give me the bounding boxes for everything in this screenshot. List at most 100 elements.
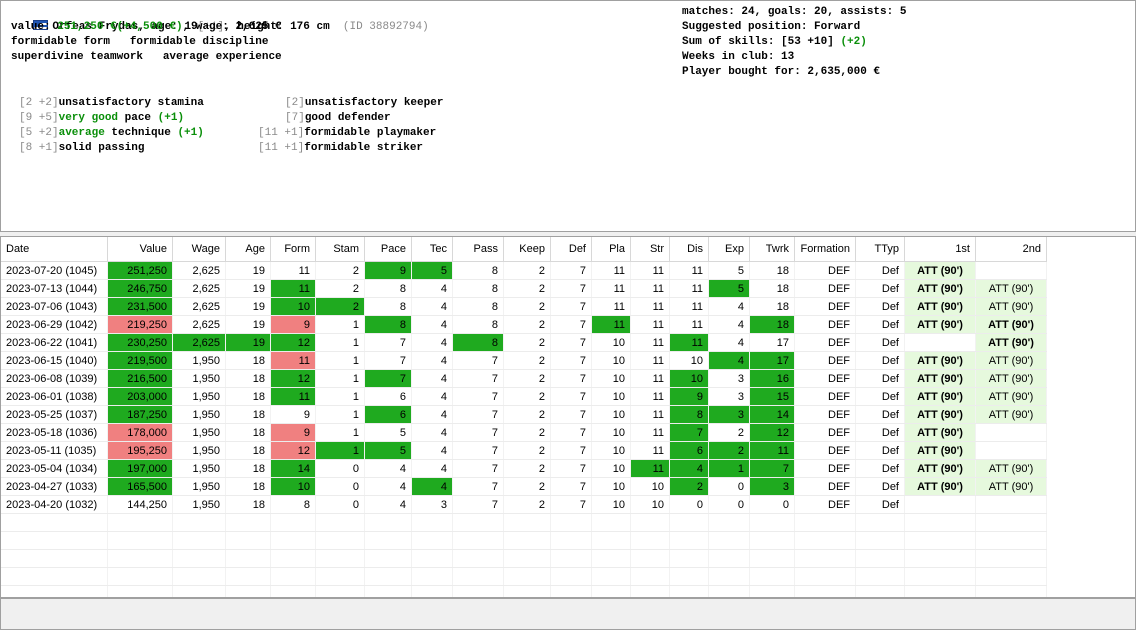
table-cell: 1 <box>708 459 750 478</box>
player-bought-for: Player bought for: 2,635,000 € <box>682 66 881 78</box>
table-cell: 8 <box>364 297 412 316</box>
column-header[interactable]: Exp <box>708 237 750 262</box>
table-cell: 4 <box>411 333 453 352</box>
table-cell: 2 <box>315 297 365 316</box>
column-header[interactable]: Str <box>630 237 670 262</box>
table-cell: 10 <box>591 387 631 406</box>
table-cell: 2,625 <box>172 315 226 334</box>
column-header[interactable]: Keep <box>503 237 551 262</box>
table-row[interactable]: 2023-06-01 (1038) 203,000 1,950 18 11 1 6 4 7 2 7 1… <box>1 387 1047 406</box>
table-cell: 6 <box>669 441 709 460</box>
table-cell: Def <box>855 369 905 388</box>
table-row[interactable]: 2023-07-20 (1045) 251,250 2,625 19 11 2 9 5 8 2 7 1… <box>1 261 1047 280</box>
empty-cell <box>591 531 631 550</box>
table-cell: 2 <box>503 261 551 280</box>
column-header[interactable]: Pass <box>452 237 504 262</box>
form-discipline-line: formidable form formidable discipline <box>11 36 269 48</box>
table-row[interactable]: 2023-05-18 (1036) 178,000 1,950 18 9 1 5 4 7 2 7 10… <box>1 423 1047 442</box>
table-cell: 216,500 <box>107 369 173 388</box>
column-header[interactable]: Def <box>550 237 592 262</box>
table-cell: 11 <box>749 441 795 460</box>
table-cell: 3 <box>708 405 750 424</box>
empty-cell <box>749 531 795 550</box>
table-cell: 1,950 <box>172 459 226 478</box>
column-header[interactable]: Date <box>1 237 108 262</box>
table-cell: 10 <box>591 369 631 388</box>
table-cell: ATT (90') <box>904 369 976 388</box>
column-header[interactable]: Formation <box>794 237 856 262</box>
empty-cell <box>794 531 856 550</box>
table-cell: 4 <box>411 423 453 442</box>
table-row[interactable]: 2023-04-20 (1032) 144,250 1,950 18 8 0 4 3 7 2 7 10… <box>1 495 1047 514</box>
empty-cell <box>411 585 453 597</box>
empty-cell <box>904 585 976 597</box>
table-cell: 18 <box>225 351 271 370</box>
empty-cell <box>794 567 856 586</box>
column-header[interactable]: Value <box>107 237 173 262</box>
column-header[interactable]: Pla <box>591 237 631 262</box>
empty-cell <box>630 549 670 568</box>
history-table: Date Value Wage Age Form Stam Pace Tec Pass Keep D… <box>1 237 1047 597</box>
history-grid[interactable]: Date Value Wage Age Form Stam Pace Tec Pass Keep D… <box>0 236 1136 598</box>
table-cell: 4 <box>411 315 453 334</box>
table-cell: Def <box>855 351 905 370</box>
table-cell: 18 <box>225 369 271 388</box>
table-row[interactable]: 2023-06-22 (1041) 230,250 2,625 19 12 1 7 4 8 2 7 1… <box>1 333 1047 352</box>
table-cell: Def <box>855 423 905 442</box>
table-row[interactable]: 2023-04-27 (1033) 165,500 1,950 18 10 0 4 4 7 2 7 1… <box>1 477 1047 496</box>
table-cell: ATT (90') <box>904 315 976 334</box>
table-cell: 11 <box>630 387 670 406</box>
table-row[interactable]: 2023-07-06 (1043) 231,500 2,625 19 10 2 8 4 8 2 7 1… <box>1 297 1047 316</box>
table-row[interactable]: 2023-07-13 (1044) 246,750 2,625 19 11 2 8 4 8 2 7 1… <box>1 279 1047 298</box>
table-cell: 11 <box>591 279 631 298</box>
table-cell: 7 <box>550 459 592 478</box>
empty-cell <box>975 531 1047 550</box>
table-cell: 11 <box>630 441 670 460</box>
column-header[interactable]: TTyp <box>855 237 905 262</box>
empty-cell <box>452 531 504 550</box>
column-header[interactable]: Tec <box>411 237 453 262</box>
table-cell: 11 <box>630 459 670 478</box>
table-cell: 7 <box>452 387 504 406</box>
table-cell: 165,500 <box>107 477 173 496</box>
table-cell: DEF <box>794 261 856 280</box>
table-cell: ATT (90') <box>904 441 976 460</box>
table-cell: ATT (90') <box>975 297 1047 316</box>
table-cell: ATT (90') <box>975 333 1047 352</box>
column-header[interactable]: 2nd <box>975 237 1047 262</box>
empty-cell <box>708 567 750 586</box>
empty-cell <box>855 531 905 550</box>
column-header[interactable]: Form <box>270 237 316 262</box>
column-header[interactable]: Pace <box>364 237 412 262</box>
table-row[interactable]: 2023-06-08 (1039) 216,500 1,950 18 12 1 7 4 7 2 7 1… <box>1 369 1047 388</box>
table-cell: 1 <box>315 387 365 406</box>
column-header[interactable]: Age <box>225 237 271 262</box>
table-cell: 4 <box>364 495 412 514</box>
column-header[interactable]: 1st <box>904 237 976 262</box>
table-cell <box>904 333 976 352</box>
table-row[interactable]: 2023-05-25 (1037) 187,250 1,950 18 9 1 6 4 7 2 7 10… <box>1 405 1047 424</box>
column-header[interactable]: Wage <box>172 237 226 262</box>
table-cell: 2023-05-11 (1035) <box>1 441 108 460</box>
table-cell: 7 <box>452 351 504 370</box>
table-row[interactable]: 2023-06-29 (1042) 219,250 2,625 19 9 1 8 4 8 2 7 11… <box>1 315 1047 334</box>
table-cell: ATT (90') <box>904 423 976 442</box>
player-wage: 2,625 € <box>235 21 282 33</box>
table-cell: 1 <box>315 333 365 352</box>
table-row[interactable]: 2023-05-11 (1035) 195,250 1,950 18 12 1 5 4 7 2 7 1… <box>1 441 1047 460</box>
table-row[interactable]: 2023-06-15 (1040) 219,500 1,950 18 11 1 7 4 7 2 7 1… <box>1 351 1047 370</box>
table-cell: DEF <box>794 279 856 298</box>
table-cell: 11 <box>669 279 709 298</box>
table-row[interactable]: 2023-05-04 (1034) 197,000 1,950 18 14 0 4 4 7 2 7 1… <box>1 459 1047 478</box>
column-header[interactable]: Twrk <box>749 237 795 262</box>
sum-of-skills: Sum of skills: [53 +10] (+2) <box>682 36 867 48</box>
table-cell: 4 <box>411 351 453 370</box>
empty-cell <box>411 567 453 586</box>
table-cell: 2 <box>669 477 709 496</box>
empty-cell <box>855 513 905 532</box>
empty-cell <box>270 549 316 568</box>
table-cell: 4 <box>411 279 453 298</box>
column-header[interactable]: Dis <box>669 237 709 262</box>
column-header[interactable]: Stam <box>315 237 365 262</box>
empty-cell <box>749 585 795 597</box>
